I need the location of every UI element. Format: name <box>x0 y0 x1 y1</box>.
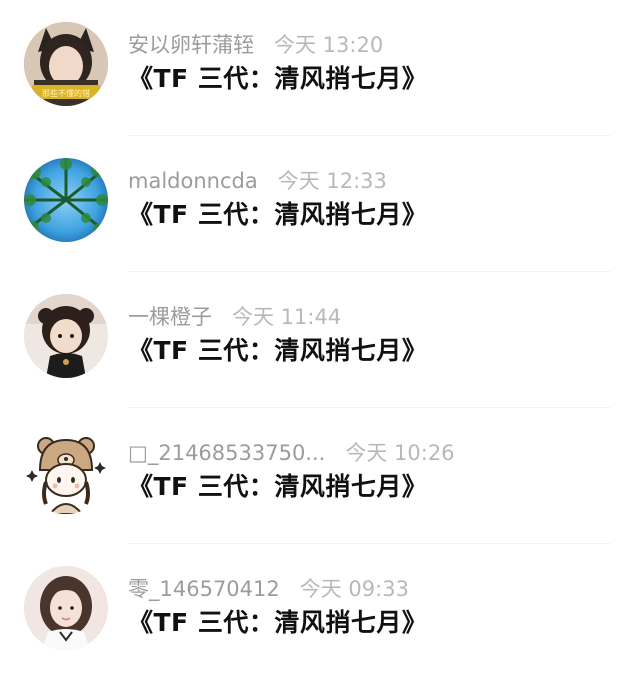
comment-time: 今天 10:26 <box>345 441 455 465</box>
comment-username[interactable]: 一棵橙子 <box>128 305 212 329</box>
forest-sky-avatar-icon[interactable] <box>24 158 108 242</box>
comment-meta: maldonncda 今天 12:33 <box>128 166 387 196</box>
comment-time: 今天 09:33 <box>299 577 409 601</box>
comment-meta: □_21468533750... 今天 10:26 <box>128 438 455 468</box>
comment-item[interactable]: 零_146570412 今天 09:33 《TF 三代：清风捎七月》 <box>0 544 640 680</box>
comment-item[interactable]: 那些不懂的错 安以卵轩蒲轾 今天 13:20 《TF 三代：清风捎七月》 <box>0 0 640 136</box>
comment-username[interactable]: 安以卵轩蒲轾 <box>128 33 254 57</box>
girl-portrait-avatar-icon[interactable] <box>24 566 108 650</box>
comment-username[interactable]: □_21468533750... <box>128 441 325 465</box>
avatar-image <box>24 294 108 378</box>
comment-text: 《TF 三代：清风捎七月》 <box>128 64 428 93</box>
comment-username[interactable]: 零_146570412 <box>128 577 280 601</box>
comment-meta: 一棵橙子 今天 11:44 <box>128 302 341 332</box>
child-photo-avatar-icon[interactable] <box>24 294 108 378</box>
comment-list: 那些不懂的错 安以卵轩蒲轾 今天 13:20 《TF 三代：清风捎七月》 mal… <box>0 0 640 692</box>
girl-cat-ears-avatar-icon[interactable]: 那些不懂的错 <box>24 22 108 106</box>
avatar-image <box>24 430 108 514</box>
comment-item[interactable]: 一棵橙子 今天 11:44 《TF 三代：清风捎七月》 <box>0 272 640 408</box>
comment-time: 今天 13:20 <box>274 33 384 57</box>
comment-item[interactable]: maldonncda 今天 12:33 《TF 三代：清风捎七月》 <box>0 136 640 272</box>
comment-time: 今天 11:44 <box>232 305 342 329</box>
avatar-image <box>24 566 108 650</box>
avatar-image: 那些不懂的错 <box>24 22 108 106</box>
cartoon-bear-hat-avatar-icon[interactable] <box>24 430 108 514</box>
avatar-caption: 那些不懂的错 <box>42 88 90 98</box>
comment-meta: 安以卵轩蒲轾 今天 13:20 <box>128 30 383 60</box>
comment-time: 今天 12:33 <box>277 169 387 193</box>
comment-text: 《TF 三代：清风捎七月》 <box>128 472 428 501</box>
avatar-image <box>24 158 108 242</box>
comment-item[interactable]: □_21468533750... 今天 10:26 《TF 三代：清风捎七月》 <box>0 408 640 544</box>
comment-username[interactable]: maldonncda <box>128 169 258 193</box>
comment-meta: 零_146570412 今天 09:33 <box>128 574 409 604</box>
comment-text: 《TF 三代：清风捎七月》 <box>128 336 428 365</box>
comment-text: 《TF 三代：清风捎七月》 <box>128 200 428 229</box>
comment-text: 《TF 三代：清风捎七月》 <box>128 608 428 637</box>
